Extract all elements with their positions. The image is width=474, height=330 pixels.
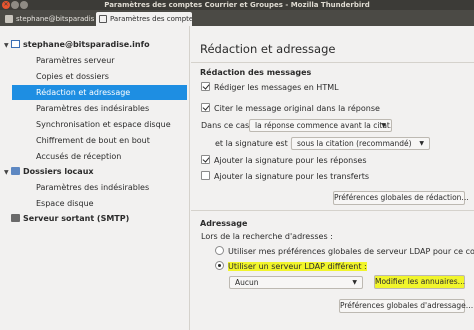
quote-label: Citer le message original dans la répons… [214,104,380,113]
sidebar-account-label: stephane@bitsparadise.info [23,40,150,49]
edit-directories-button[interactable]: Modifier les annuaires… [374,275,465,289]
sidebar-item-receipts[interactable]: Accusés de réception [12,149,187,164]
sig-replies-label: Ajouter la signature pour les réponses [214,156,367,165]
chevron-down-icon: ▼ [419,140,424,147]
tab-mail-label: stephane@bitsparadise.info [16,15,94,23]
composition-heading: Rédaction des messages [200,68,312,77]
sidebar-account[interactable]: ▼ stephane@bitsparadise.info [4,38,150,52]
chevron-down-icon: ▼ [352,279,357,286]
server-icon [11,214,20,222]
sidebar-smtp-label: Serveur sortant (SMTP) [23,214,130,223]
mail-account-icon [11,40,20,48]
window-title: Paramètres des comptes Courrier et Group… [104,1,370,9]
page-title: Rédaction et adressage [200,42,336,56]
sidebar-item-junk[interactable]: Paramètres des indésirables [12,101,187,116]
sig-replies-row[interactable]: Ajouter la signature pour les réponses [201,155,367,167]
reply-position-select[interactable]: la réponse commence avant la citat… ▼ [249,119,392,132]
sidebar-smtp[interactable]: Serveur sortant (SMTP) [4,212,129,226]
divider [191,210,474,211]
settings-tab-icon [99,15,107,23]
tab-account-settings[interactable]: Paramètres des comptes [96,12,192,26]
sidebar-item-composition[interactable]: Rédaction et adressage [12,85,187,100]
folder-icon [11,167,20,175]
settings-pane: Rédaction et adressage Rédaction des mes… [191,26,474,330]
addressing-heading: Adressage [200,219,248,228]
reply-position-value: la réponse commence avant la citat… [255,121,392,130]
sig-replies-checkbox[interactable] [201,155,210,164]
quote-row[interactable]: Citer le message original dans la répons… [201,103,380,115]
sidebar-item-sync-disk[interactable]: Synchronisation et espace disque [12,117,187,132]
global-ldap-row[interactable]: Utiliser mes préférences globales de ser… [215,246,474,258]
tab-account-settings-label: Paramètres des comptes [110,15,192,23]
lookup-label: Lors de la recherche d'adresses : [201,232,333,241]
window-titlebar: ✕ Paramètres des comptes Courrier et Gro… [0,0,474,10]
sig-forwards-row[interactable]: Ajouter la signature pour les transferts [201,171,369,183]
addressing-prefs-button[interactable]: Préférences globales d'adressage… [339,299,473,313]
ldap-server-select[interactable]: Aucun ▼ [229,276,363,289]
chevron-down-icon: ▼ [381,122,386,129]
chevron-down-icon[interactable]: ▼ [4,39,11,53]
global-ldap-label: Utiliser mes préférences globales de ser… [228,247,474,256]
sidebar-item-copies-folders[interactable]: Copies et dossiers [12,69,187,84]
divider [191,62,474,63]
sidebar-item-server-settings[interactable]: Paramètres serveur [12,53,187,68]
sidebar-item-e2e[interactable]: Chiffrement de bout en bout [12,133,187,148]
sig-position-select[interactable]: sous la citation (recommandé) ▼ [291,137,430,150]
chevron-down-icon[interactable]: ▼ [4,166,11,180]
case-label: Dans ce cas, [201,121,252,130]
global-ldap-radio[interactable] [215,246,224,255]
sidebar-local-folders-label: Dossiers locaux [23,167,94,176]
sig-position-value: sous la citation (recommandé) [297,139,412,148]
tab-strip: stephane@bitsparadise.info Paramètres de… [0,10,474,26]
html-compose-label: Rédiger les messages en HTML [214,83,339,92]
ldap-server-value: Aucun [235,278,259,287]
sig-forwards-checkbox[interactable] [201,171,210,180]
tab-mail[interactable]: stephane@bitsparadise.info [2,12,94,26]
html-compose-row[interactable]: Rédiger les messages en HTML [201,82,339,94]
quote-checkbox[interactable] [201,103,210,112]
sidebar-item-local-junk[interactable]: Paramètres des indésirables [12,180,187,195]
html-compose-checkbox[interactable] [201,82,210,91]
sidebar-local-folders[interactable]: ▼ Dossiers locaux [4,165,94,179]
different-ldap-radio[interactable] [215,261,224,270]
composition-prefs-button[interactable]: Préférences globales de rédaction… [333,191,469,205]
account-sidebar: ▼ stephane@bitsparadise.info Paramètres s… [0,26,190,330]
different-ldap-label: Utiliser un serveur LDAP différent : [228,262,367,271]
sig-forwards-label: Ajouter la signature pour les transferts [214,172,370,181]
sidebar-item-local-disk[interactable]: Espace disque [12,196,187,211]
different-ldap-row[interactable]: Utiliser un serveur LDAP différent : [215,261,367,273]
mail-icon [5,15,13,23]
